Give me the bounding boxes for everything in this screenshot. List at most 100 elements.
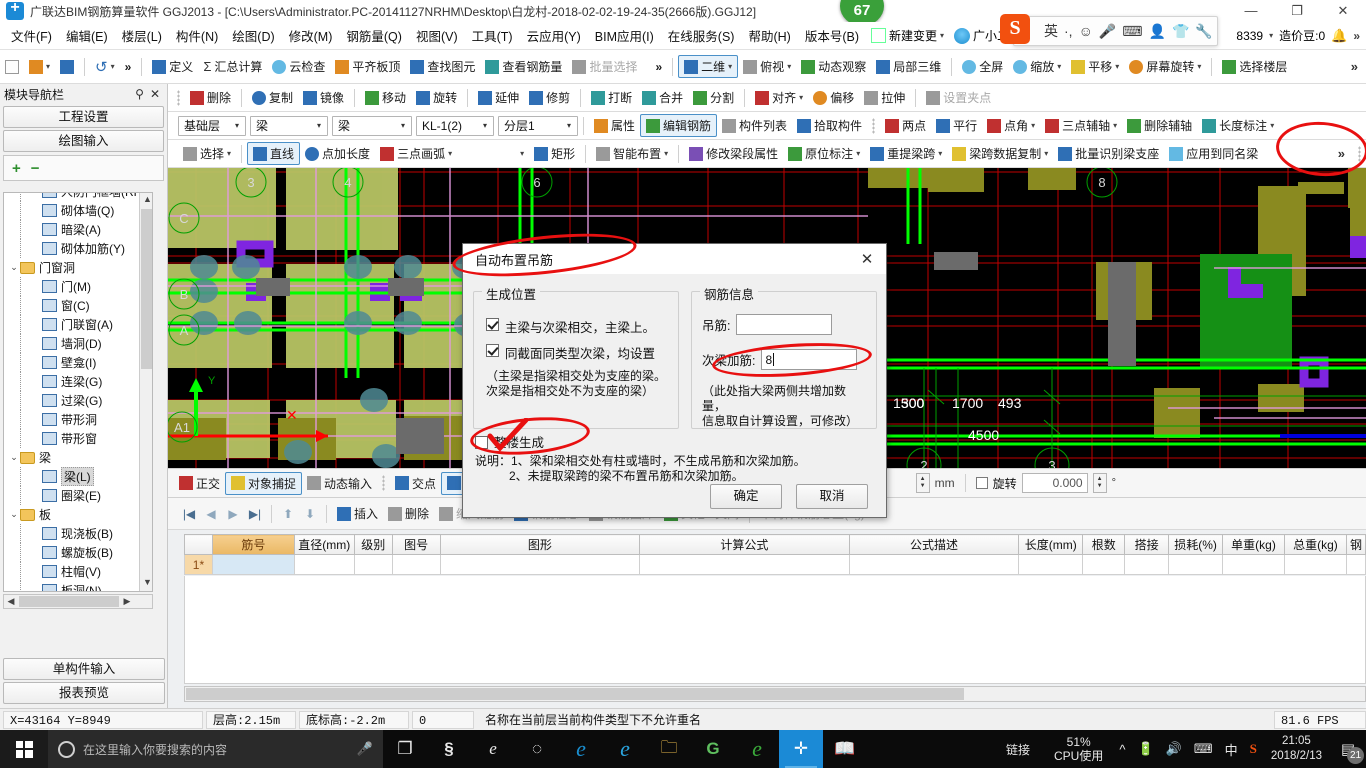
menu-item-help[interactable]: 帮助(H): [741, 23, 797, 48]
tray-expand-icon[interactable]: ^: [1113, 742, 1131, 757]
copy-button[interactable]: 复制: [247, 87, 298, 108]
menu-item-rebar-qty[interactable]: 钢筋量(Q): [339, 23, 409, 48]
intersection-snap-toggle[interactable]: 交点: [390, 473, 441, 494]
floor-select[interactable]: 基础层 ▾: [178, 115, 246, 136]
ime-mode-icon[interactable]: 中: [1219, 740, 1244, 759]
extend-button[interactable]: 延伸: [473, 87, 524, 108]
app-report-icon[interactable]: 📖: [823, 730, 867, 768]
checkbox-same-section-row[interactable]: 同截面同类型次梁，均设置: [486, 343, 670, 362]
pick-component-button[interactable]: 拾取构件: [792, 115, 867, 136]
tree-item[interactable]: 螺旋板(B): [4, 543, 141, 562]
ime-keyboard-icon[interactable]: ⌨: [1122, 23, 1142, 40]
last-record-button[interactable]: ▶|: [244, 507, 266, 521]
pan-button[interactable]: 平移 ▾: [1066, 56, 1124, 77]
app-s-icon[interactable]: §: [427, 730, 471, 768]
length-dim-button[interactable]: 长度标注 ▾: [1197, 115, 1279, 136]
tree-h-scrollbar[interactable]: ◀ ▶: [3, 594, 153, 609]
break-button[interactable]: 打断: [586, 87, 637, 108]
expand-chevron-icon[interactable]: ⌄: [8, 509, 20, 520]
hanging-rebar-input[interactable]: [736, 314, 833, 335]
cell-shape[interactable]: [439, 554, 641, 575]
rotate-checkbox[interactable]: [975, 477, 988, 489]
ime-punctuation-icon[interactable]: ·,: [1064, 23, 1073, 39]
chevron-down-icon[interactable]: ▾: [1115, 62, 1119, 71]
layer-select[interactable]: 分层1 ▾: [498, 115, 578, 136]
expand-chevron-icon[interactable]: ⌄: [8, 262, 20, 273]
maximize-button[interactable]: ❐: [1274, 0, 1320, 22]
category-select[interactable]: 梁 ▾: [250, 115, 328, 136]
app-edge-icon[interactable]: e: [559, 730, 603, 768]
menu-item-online-service[interactable]: 在线服务(S): [661, 23, 742, 48]
taskbar-clock[interactable]: 21:05 2018/2/13: [1263, 734, 1330, 764]
first-record-button[interactable]: |◀: [178, 507, 200, 521]
chevron-down-icon[interactable]: ▾: [664, 149, 668, 158]
stretch-button[interactable]: 拉伸: [859, 87, 910, 108]
select-floor-button[interactable]: 选择楼层: [1217, 56, 1292, 77]
toolbar-overflow-right[interactable]: »: [1343, 59, 1366, 74]
dynamic-input-toggle[interactable]: 动态输入: [302, 473, 377, 494]
single-component-input-button[interactable]: 单构件输入: [3, 658, 165, 680]
close-icon[interactable]: ✕: [147, 87, 163, 101]
point-angle-button[interactable]: 点角 ▾: [982, 115, 1040, 136]
rebar-table[interactable]: 筋号 直径(mm) 级别 图号 图形 计算公式 公式描述 长度(mm) 根数 搭…: [184, 534, 1366, 575]
delete-row-button[interactable]: 删除: [383, 503, 434, 524]
two-point-button[interactable]: 两点: [880, 115, 931, 136]
parallel-button[interactable]: 平行: [931, 115, 982, 136]
mirror-button[interactable]: 镜像: [298, 87, 349, 108]
col-loss[interactable]: 损耗(%): [1168, 534, 1224, 555]
screen-rotate-button[interactable]: 屏幕旋转 ▾: [1124, 56, 1206, 77]
sogou-ime-logo-icon[interactable]: S: [1000, 14, 1030, 44]
chevron-down-icon[interactable]: ▾: [1270, 121, 1274, 130]
cell-figure-no[interactable]: [391, 554, 441, 575]
edit-rebar-button[interactable]: 编辑钢筋: [640, 114, 718, 137]
tree-item[interactable]: 过梁(G): [4, 391, 141, 410]
menu-item-tools[interactable]: 工具(T): [465, 23, 520, 48]
move-up-button[interactable]: ⬆: [277, 507, 299, 521]
cell-length[interactable]: [1018, 554, 1084, 575]
col-rebar-no[interactable]: 筋号: [211, 534, 295, 555]
delete-button[interactable]: 删除: [185, 87, 236, 108]
col-total-weight[interactable]: 总重(kg): [1283, 534, 1347, 555]
toolbar-overflow-left[interactable]: »: [120, 58, 137, 76]
three-point-arc-button[interactable]: 三点画弧 ▾: [375, 143, 457, 164]
point-plus-length-button[interactable]: 点加长度: [300, 143, 375, 164]
row-number[interactable]: 1*: [184, 554, 213, 575]
tree-item[interactable]: 带形洞: [4, 410, 141, 429]
cell-steel[interactable]: [1345, 554, 1366, 575]
ime-user-icon[interactable]: 👤: [1149, 23, 1166, 40]
scroll-thumb[interactable]: [19, 596, 119, 607]
scroll-left-icon[interactable]: ◀: [4, 596, 18, 607]
tree-item[interactable]: 门联窗(A): [4, 315, 141, 334]
delete-axis-button[interactable]: 删除辅轴: [1122, 115, 1197, 136]
tree-folder[interactable]: ⌄ 门窗洞: [4, 258, 141, 277]
set-grip-button[interactable]: 设置夹点: [921, 87, 996, 108]
col-count[interactable]: 根数: [1082, 534, 1126, 555]
scroll-thumb[interactable]: [141, 209, 152, 369]
batch-identify-support-button[interactable]: 批量识别梁支座: [1053, 143, 1164, 164]
view-2d-button[interactable]: 二维 ▾: [678, 55, 739, 78]
save-button[interactable]: [55, 58, 79, 76]
cell-lap[interactable]: [1124, 554, 1170, 575]
cell-loss[interactable]: [1168, 554, 1224, 575]
tree-folder[interactable]: ⌄ 梁: [4, 448, 141, 467]
offset-button[interactable]: 偏移: [808, 87, 859, 108]
tree-item[interactable]: 壁龛(I): [4, 353, 141, 372]
re-extract-span-button[interactable]: 重提梁跨 ▾: [865, 143, 947, 164]
three-point-axis-button[interactable]: 三点辅轴 ▾: [1040, 115, 1122, 136]
drawing-input-button[interactable]: 绘图输入: [3, 130, 164, 152]
menu-item-file[interactable]: 文件(F): [4, 23, 59, 48]
col-formula-desc[interactable]: 公式描述: [848, 534, 1020, 555]
chevron-down-icon[interactable]: ▾: [728, 62, 732, 71]
project-settings-button[interactable]: 工程设置: [3, 106, 164, 128]
cell-grade[interactable]: [353, 554, 393, 575]
col-steel[interactable]: 钢: [1345, 534, 1366, 555]
summary-calc-button[interactable]: Σ 汇总计算: [198, 56, 267, 77]
action-center-button[interactable]: ▤ 21: [1330, 730, 1366, 768]
cell-formula[interactable]: [639, 554, 850, 575]
menu-item-edit[interactable]: 编辑(E): [59, 23, 115, 48]
taskbar-search[interactable]: 在这里输入你要搜索的内容 🎤: [48, 730, 383, 768]
checkbox-whole-floor[interactable]: [475, 435, 488, 449]
scroll-down-icon[interactable]: ▼: [142, 577, 152, 590]
define-button[interactable]: 定义: [147, 56, 198, 77]
cancel-button[interactable]: 取消: [796, 484, 868, 509]
